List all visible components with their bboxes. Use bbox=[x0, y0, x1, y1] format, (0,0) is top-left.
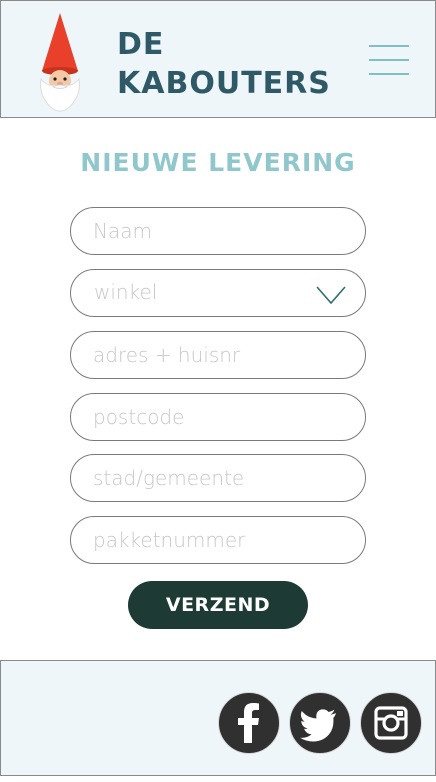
brand-name[interactable]: DE KABOUTERS bbox=[117, 25, 331, 103]
postcode-input[interactable] bbox=[71, 394, 365, 440]
site-footer bbox=[0, 660, 436, 776]
hamburger-menu-icon[interactable] bbox=[367, 41, 413, 79]
submit-button[interactable]: VERZEND bbox=[128, 581, 308, 629]
facebook-icon bbox=[238, 703, 259, 743]
brand-line-2: KABOUTERS bbox=[117, 66, 331, 101]
name-input[interactable] bbox=[71, 208, 365, 254]
facebook-link[interactable] bbox=[218, 692, 280, 754]
menu-bar bbox=[369, 73, 409, 75]
store-select-value: winkel bbox=[94, 280, 158, 304]
postcode-field-wrapper bbox=[70, 393, 366, 441]
city-field-wrapper bbox=[70, 454, 366, 502]
menu-bar bbox=[369, 45, 409, 47]
address-input[interactable] bbox=[71, 332, 365, 378]
store-select[interactable]: winkel bbox=[70, 269, 366, 317]
menu-bar bbox=[369, 59, 409, 61]
gnome-icon[interactable] bbox=[35, 13, 85, 113]
twitter-link[interactable] bbox=[289, 692, 351, 754]
site-header: DE KABOUTERS bbox=[0, 0, 436, 118]
package-number-input[interactable] bbox=[71, 517, 365, 563]
instagram-link[interactable] bbox=[360, 692, 422, 754]
chevron-down-icon bbox=[316, 286, 346, 305]
city-input[interactable] bbox=[71, 455, 365, 501]
address-field-wrapper bbox=[70, 331, 366, 379]
brand-line-1: DE bbox=[117, 27, 165, 62]
twitter-icon bbox=[300, 709, 336, 742]
page-title: NIEUWE LEVERING bbox=[80, 148, 356, 177]
package-number-field-wrapper bbox=[70, 516, 366, 564]
name-field-wrapper bbox=[70, 207, 366, 255]
instagram-icon bbox=[374, 706, 408, 740]
